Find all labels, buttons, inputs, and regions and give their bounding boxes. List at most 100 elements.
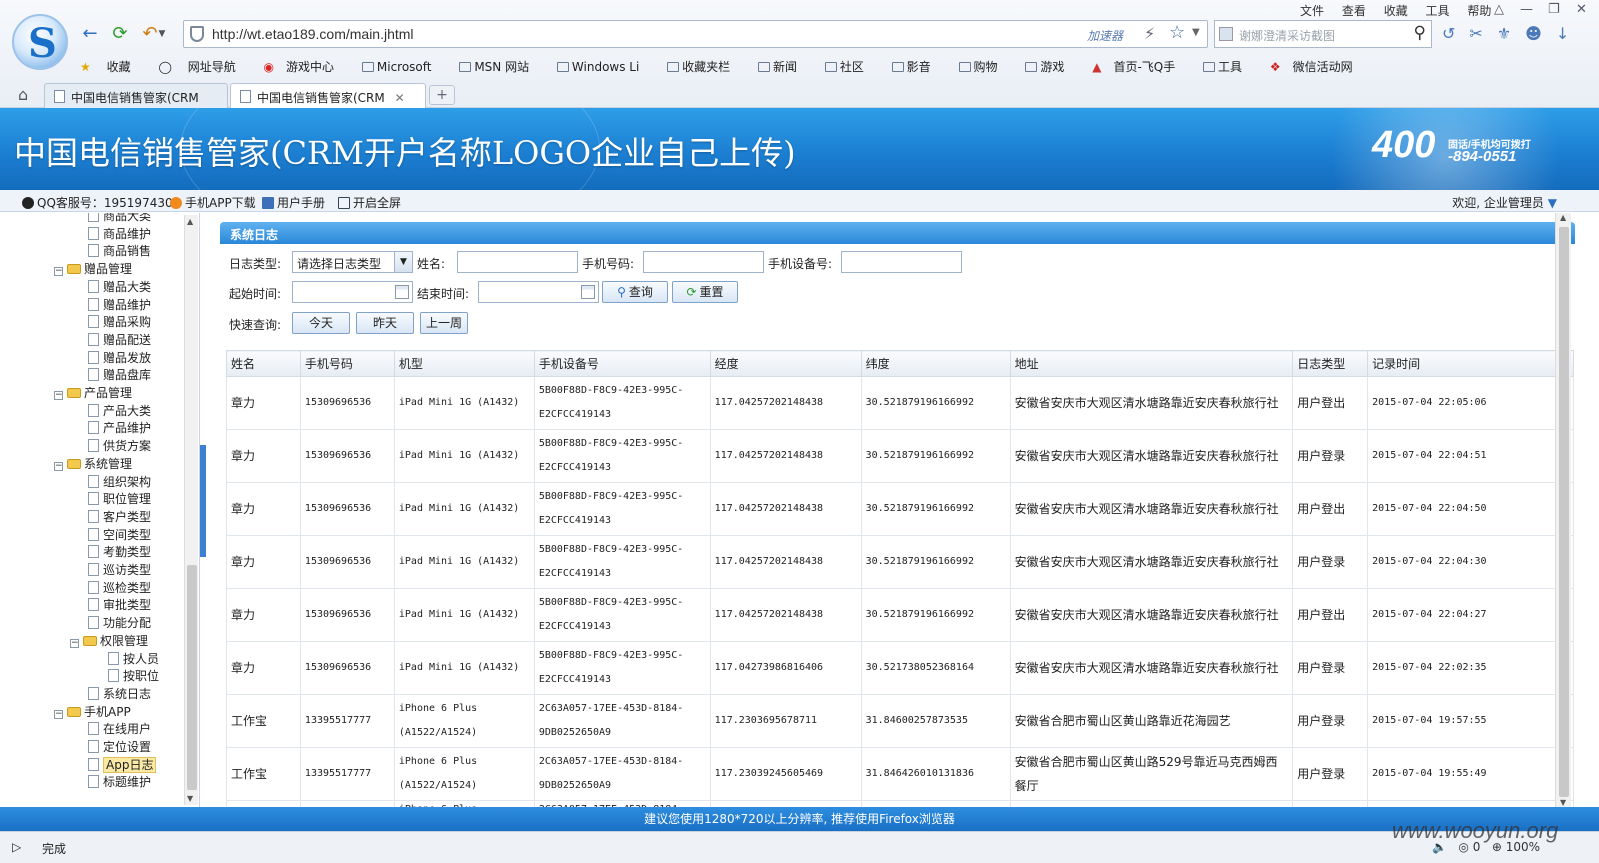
col-header-model[interactable]: 机型 bbox=[393, 350, 535, 377]
user-manual-link[interactable]: 用户手册 bbox=[262, 194, 325, 211]
sidebar-collapse-handle[interactable] bbox=[200, 445, 206, 557]
scrollbar-thumb[interactable] bbox=[187, 565, 197, 790]
sidebar-item[interactable]: 赠品维护 bbox=[88, 296, 151, 314]
sidebar-item[interactable]: 赠品采购 bbox=[88, 313, 151, 331]
fav-item[interactable]: MSN 网站 bbox=[459, 60, 541, 74]
scroll-down-icon[interactable]: ▼ bbox=[187, 794, 193, 803]
scroll-up-icon[interactable]: ▲ bbox=[1560, 213, 1566, 222]
back-arrow-icon[interactable]: ← bbox=[78, 22, 102, 46]
menu-file[interactable]: 文件 bbox=[1300, 4, 1324, 18]
sidebar-item[interactable]: 商品大类 bbox=[88, 213, 151, 225]
skin-icon[interactable]: △ bbox=[1494, 2, 1504, 17]
fav-item[interactable]: 游戏 bbox=[1025, 60, 1076, 74]
main-scrollbar[interactable]: ▲ ▼ bbox=[1555, 213, 1571, 807]
query-button[interactable]: ⚲ 查询 bbox=[602, 281, 668, 303]
menu-help[interactable]: 帮助 bbox=[1467, 4, 1491, 18]
url-text[interactable]: http://wt.etao189.com/main.jhtml bbox=[212, 26, 414, 42]
sidebar-item[interactable]: 标题维护 bbox=[88, 773, 151, 791]
fav-item[interactable]: 影音 bbox=[891, 60, 943, 74]
search-input[interactable]: 谢娜澄清采访截图 bbox=[1239, 27, 1335, 44]
calendar-icon[interactable] bbox=[395, 285, 409, 299]
chevron-down-icon[interactable]: ▼ bbox=[157, 22, 167, 46]
close-icon[interactable]: ✕ bbox=[1576, 2, 1587, 17]
sidebar-item[interactable]: 赠品大类 bbox=[88, 278, 151, 296]
fav-item[interactable]: 新闻 bbox=[757, 60, 809, 74]
fav-item[interactable]: ◉ 游戏中心 bbox=[264, 60, 347, 74]
col-header-longitude[interactable]: 经度 bbox=[709, 350, 862, 377]
qq-service[interactable]: QQ客服号：1951974302 bbox=[22, 194, 180, 211]
log-type-select[interactable]: 请选择日志类型 ▼ bbox=[292, 251, 413, 273]
sidebar-item[interactable]: 系统日志 bbox=[88, 685, 151, 703]
star-icon[interactable]: ☆ bbox=[1169, 22, 1185, 43]
sidebar-item[interactable]: 空间类型 bbox=[88, 526, 151, 544]
sidebar-item[interactable]: − 权限管理 bbox=[70, 632, 148, 650]
last-week-button[interactable]: 上一周 bbox=[420, 312, 468, 334]
fav-item[interactable]: ★ 收藏 bbox=[80, 60, 143, 74]
tab-crm-1[interactable]: 中国电信销售管家(CRM bbox=[44, 83, 228, 108]
fav-item[interactable]: 工具 bbox=[1203, 60, 1254, 74]
sidebar-item[interactable]: 在线用户 bbox=[88, 720, 151, 738]
calendar-icon[interactable] bbox=[581, 285, 595, 299]
menu-favorites[interactable]: 收藏 bbox=[1384, 4, 1408, 18]
sidebar-item[interactable]: 巡访类型 bbox=[88, 561, 151, 579]
sidebar-item[interactable]: 审批类型 bbox=[88, 596, 151, 614]
col-header-log-type[interactable]: 日志类型 bbox=[1292, 350, 1369, 377]
sidebar-item[interactable]: 职位管理 bbox=[88, 490, 151, 508]
browser-logo-icon[interactable]: S bbox=[12, 14, 68, 70]
col-header-latitude[interactable]: 纬度 bbox=[860, 350, 1011, 377]
device-input[interactable] bbox=[841, 251, 962, 273]
sidebar-item[interactable]: 产品大类 bbox=[88, 402, 151, 420]
sidebar-item[interactable]: − 系统管理 bbox=[54, 455, 132, 473]
fav-item[interactable]: 收藏夹栏 bbox=[667, 60, 742, 74]
sidebar-item[interactable]: 商品销售 bbox=[88, 242, 151, 260]
scroll-down-icon[interactable]: ▼ bbox=[1560, 798, 1566, 807]
tab-crm-2[interactable]: 中国电信销售管家(CRM ✕ bbox=[230, 83, 426, 108]
sidebar-item[interactable]: 客户类型 bbox=[88, 508, 151, 526]
app-download-link[interactable]: 手机APP下载 bbox=[170, 194, 256, 211]
yesterday-button[interactable]: 昨天 bbox=[356, 312, 414, 334]
sidebar-item[interactable]: 产品维护 bbox=[88, 419, 151, 437]
sidebar-item[interactable]: 按职位 bbox=[108, 667, 159, 685]
table-row[interactable]: 章力 15309696536 iPad Mini 1G (A1432) 5B00F88… bbox=[226, 429, 1574, 483]
sidebar-item[interactable]: 巡检类型 bbox=[88, 579, 151, 597]
sidebar-item[interactable]: 定位设置 bbox=[88, 738, 151, 756]
status-toggle-icon[interactable]: ▷ bbox=[12, 840, 21, 854]
menu-view[interactable]: 查看 bbox=[1342, 4, 1366, 18]
close-tab-icon[interactable]: ✕ bbox=[395, 91, 405, 105]
collapse-toggle-icon[interactable]: − bbox=[54, 391, 63, 400]
fav-item[interactable]: 购物 bbox=[958, 60, 1010, 74]
sidebar-item[interactable]: 赠品配送 bbox=[88, 331, 151, 349]
sidebar-item[interactable]: 组织架构 bbox=[88, 473, 151, 491]
table-row[interactable]: 章力 15309696536 iPad Mini 1G (A1432) 5B00F88… bbox=[226, 376, 1574, 430]
collapse-toggle-icon[interactable]: − bbox=[54, 461, 63, 471]
sidebar-item[interactable]: − 产品管理 bbox=[54, 384, 132, 402]
scroll-up-icon[interactable]: ▲ bbox=[187, 217, 193, 226]
fav-item[interactable]: 社区 bbox=[824, 60, 876, 74]
sidebar-scrollbar[interactable]: ▲ ▼ bbox=[184, 215, 198, 805]
lightning-icon[interactable]: ⚡ bbox=[1144, 24, 1155, 43]
end-time-input[interactable] bbox=[478, 281, 599, 303]
collapse-toggle-icon[interactable]: − bbox=[54, 709, 63, 719]
col-header-address[interactable]: 地址 bbox=[1009, 350, 1294, 377]
home-icon[interactable]: ⌂ bbox=[18, 85, 28, 104]
table-row[interactable]: 章力 15309696536 iPad Mini 1G (A1432) 5B00F88… bbox=[226, 641, 1574, 695]
start-time-input[interactable] bbox=[292, 281, 413, 303]
sidebar-item[interactable]: 商品维护 bbox=[88, 225, 151, 243]
sidebar-item[interactable]: 赠品盘库 bbox=[88, 366, 151, 384]
phone-input[interactable] bbox=[643, 251, 764, 273]
table-row[interactable]: 章力 15309696536 iPad Mini 1G (A1432) 5B00F88… bbox=[226, 535, 1574, 589]
sidebar-item[interactable]: 按人员 bbox=[108, 650, 159, 668]
reset-button[interactable]: ⟳ 重置 bbox=[672, 281, 738, 303]
search-engine-icon[interactable] bbox=[1219, 27, 1233, 41]
sidebar-item[interactable]: − 赠品管理 bbox=[54, 260, 132, 278]
table-row[interactable]: 工作宝 13395517777 iPhone 6 Plus (A1522/A1524… bbox=[226, 694, 1574, 748]
sidebar-item[interactable]: − 手机APP bbox=[54, 703, 131, 721]
new-tab-button[interactable]: + bbox=[429, 85, 455, 105]
sidebar-item[interactable]: 考勤类型 bbox=[88, 543, 151, 561]
col-header-name[interactable]: 姓名 bbox=[226, 350, 301, 377]
search-box[interactable]: 谢娜澄清采访截图 ⚲ bbox=[1214, 20, 1432, 48]
sidebar-item[interactable]: 功能分配 bbox=[88, 614, 151, 632]
address-bar[interactable]: http://wt.etao189.com/main.jhtml 加速器 ⚡ ☆… bbox=[183, 20, 1208, 48]
restore-icon[interactable]: ❐ bbox=[1548, 2, 1560, 17]
refresh-icon[interactable]: ⟳ bbox=[108, 22, 132, 46]
